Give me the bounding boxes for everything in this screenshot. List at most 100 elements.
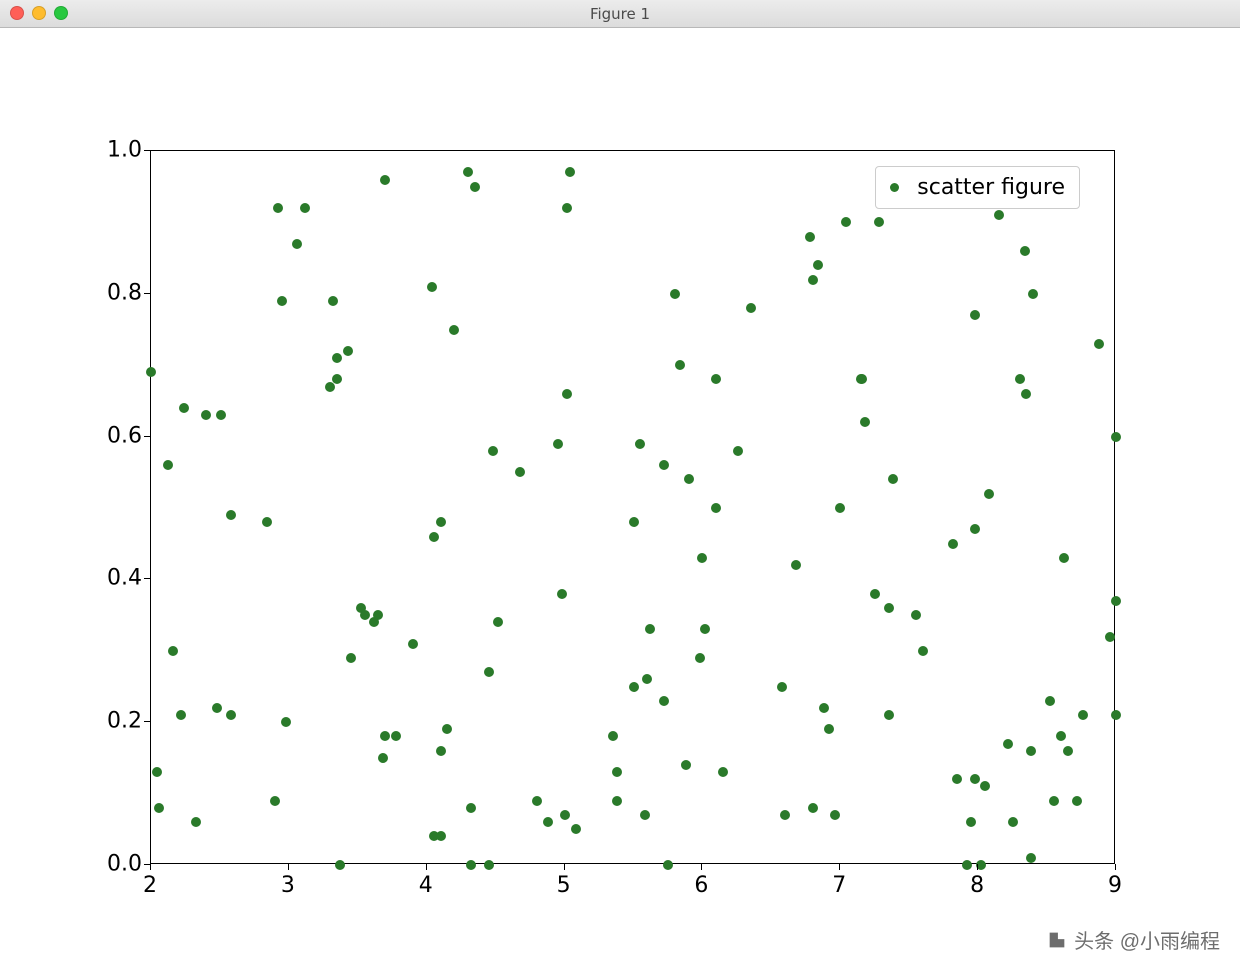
scatter-point xyxy=(154,803,164,813)
scatter-point xyxy=(262,517,272,527)
scatter-point xyxy=(543,817,553,827)
scatter-point xyxy=(466,803,476,813)
scatter-point xyxy=(970,310,980,320)
scatter-point xyxy=(813,260,823,270)
scatter-point xyxy=(332,374,342,384)
scatter-point xyxy=(380,731,390,741)
y-tick-label: 0.8 xyxy=(107,280,142,305)
scatter-point xyxy=(994,210,1004,220)
scatter-point xyxy=(553,439,563,449)
scatter-point xyxy=(408,639,418,649)
scatter-point xyxy=(1026,853,1036,863)
y-tick-label: 0.4 xyxy=(107,566,142,591)
scatter-point xyxy=(612,796,622,806)
legend: scatter figure xyxy=(875,166,1080,209)
scatter-point xyxy=(608,731,618,741)
watermark-text: 头条 @小雨编程 xyxy=(1074,925,1220,954)
scatter-point xyxy=(642,674,652,684)
scatter-point xyxy=(463,167,473,177)
scatter-point xyxy=(830,810,840,820)
scatter-point xyxy=(819,703,829,713)
scatter-point xyxy=(176,710,186,720)
scatter-point xyxy=(493,617,503,627)
watermark: 头条 @小雨编程 xyxy=(1046,925,1220,954)
scatter-point xyxy=(346,653,356,663)
scatter-point xyxy=(857,374,867,384)
scatter-point xyxy=(780,810,790,820)
fullscreen-icon[interactable] xyxy=(54,6,68,20)
scatter-point xyxy=(565,167,575,177)
scatter-point xyxy=(300,203,310,213)
scatter-point xyxy=(273,203,283,213)
scatter-point xyxy=(163,460,173,470)
scatter-point xyxy=(629,517,639,527)
x-tick-label: 4 xyxy=(419,873,433,898)
titlebar[interactable]: Figure 1 xyxy=(0,0,1240,28)
scatter-point xyxy=(449,325,459,335)
x-tick-label: 7 xyxy=(832,873,846,898)
minimize-icon[interactable] xyxy=(32,6,46,20)
scatter-point xyxy=(697,553,707,563)
scatter-point xyxy=(562,389,572,399)
scatter-point xyxy=(1045,696,1055,706)
scatter-point xyxy=(332,353,342,363)
scatter-point xyxy=(791,560,801,570)
scatter-point xyxy=(281,717,291,727)
scatter-point xyxy=(711,374,721,384)
scatter-point xyxy=(560,810,570,820)
y-tick-label: 0.2 xyxy=(107,709,142,734)
scatter-point xyxy=(1094,339,1104,349)
scatter-point xyxy=(515,467,525,477)
scatter-point xyxy=(1111,432,1121,442)
window-title: Figure 1 xyxy=(0,5,1240,23)
scatter-point xyxy=(984,489,994,499)
scatter-point xyxy=(470,182,480,192)
legend-marker-icon xyxy=(890,183,899,192)
scatter-point xyxy=(343,346,353,356)
legend-label: scatter figure xyxy=(917,175,1065,200)
scatter-point xyxy=(373,610,383,620)
scatter-point xyxy=(557,589,567,599)
scatter-point xyxy=(808,803,818,813)
scatter-point xyxy=(970,524,980,534)
figure-canvas: 234567890.00.20.40.60.81.0 scatter figur… xyxy=(0,28,1240,978)
scatter-point xyxy=(378,753,388,763)
y-tick-label: 0.6 xyxy=(107,423,142,448)
scatter-point xyxy=(874,217,884,227)
scatter-point xyxy=(711,503,721,513)
scatter-point xyxy=(884,710,894,720)
scatter-point xyxy=(442,724,452,734)
x-tick-label: 5 xyxy=(557,873,571,898)
scatter-point xyxy=(1072,796,1082,806)
y-tick-label: 1.0 xyxy=(107,138,142,163)
scatter-point xyxy=(488,446,498,456)
scatter-point xyxy=(629,682,639,692)
scatter-point xyxy=(1063,746,1073,756)
scatter-point xyxy=(681,760,691,770)
scatter-point xyxy=(152,767,162,777)
scatter-point xyxy=(484,667,494,677)
scatter-point xyxy=(270,796,280,806)
scatter-point xyxy=(966,817,976,827)
scatter-point xyxy=(918,646,928,656)
scatter-point xyxy=(216,410,226,420)
scatter-point xyxy=(635,439,645,449)
scatter-point xyxy=(201,410,211,420)
scatter-point xyxy=(1059,553,1069,563)
x-tick-label: 8 xyxy=(970,873,984,898)
close-icon[interactable] xyxy=(10,6,24,20)
scatter-point xyxy=(436,746,446,756)
scatter-point xyxy=(824,724,834,734)
scatter-point xyxy=(860,417,870,427)
scatter-point xyxy=(1008,817,1018,827)
scatter-point xyxy=(670,289,680,299)
scatter-point xyxy=(1056,731,1066,741)
scatter-point xyxy=(1015,374,1025,384)
scatter-point xyxy=(1003,739,1013,749)
scatter-point xyxy=(429,532,439,542)
scatter-point xyxy=(1026,746,1036,756)
scatter-point xyxy=(191,817,201,827)
scatter-point xyxy=(1021,389,1031,399)
scatter-point xyxy=(484,860,494,870)
y-tick-label: 0.0 xyxy=(107,852,142,877)
